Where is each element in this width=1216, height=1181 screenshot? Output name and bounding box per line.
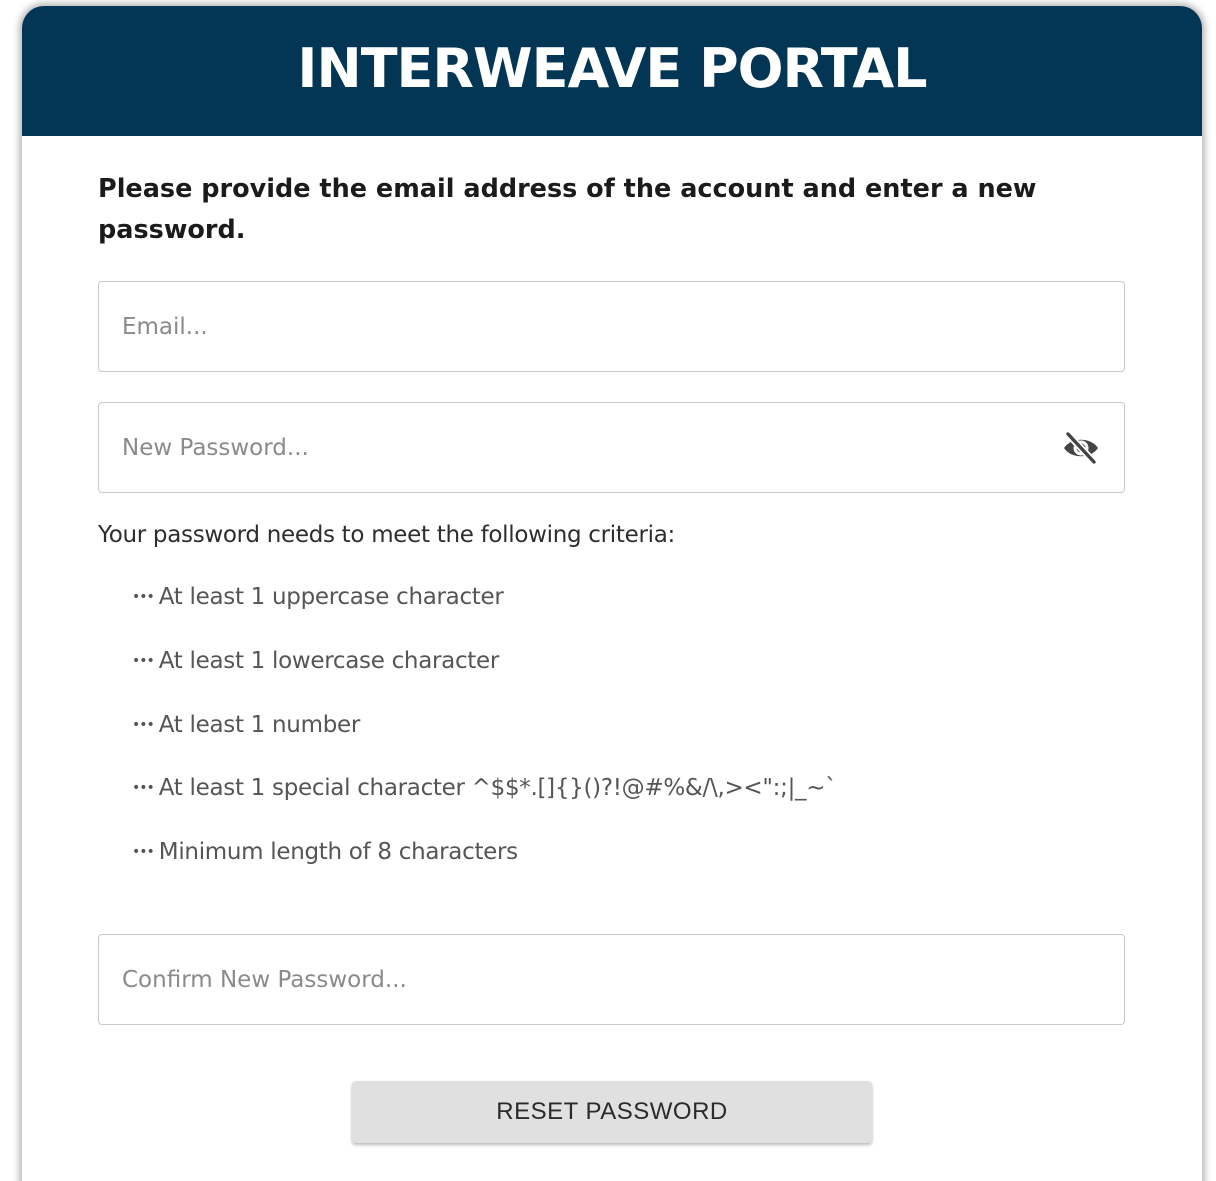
bullet-icon: ••• <box>132 844 155 860</box>
password-criteria-list: ••• At least 1 uppercase character ••• At … <box>132 584 837 903</box>
criteria-text: At least 1 uppercase character <box>158 584 504 610</box>
bullet-icon: ••• <box>132 589 155 605</box>
reset-password-button[interactable]: RESET PASSWORD <box>352 1081 872 1143</box>
criteria-item-uppercase: ••• At least 1 uppercase character <box>132 584 836 648</box>
new-password-field-container <box>98 402 1125 493</box>
criteria-text: At least 1 number <box>158 711 361 738</box>
bullet-icon: ••• <box>132 652 155 669</box>
criteria-text: At least 1 lowercase character <box>158 647 500 674</box>
email-field-container <box>98 281 1125 372</box>
instructions-text: Please provide the email address of the … <box>98 174 1037 245</box>
criteria-item-lowercase: ••• At least 1 lowercase character <box>132 648 836 712</box>
criteria-text: Minimum length of 8 characters <box>158 839 518 865</box>
reset-password-card: INTERWEAVE PORTAL Please provide the ema… <box>22 6 1202 1181</box>
confirm-password-input[interactable] <box>99 935 1124 1024</box>
criteria-item-number: ••• At least 1 number <box>132 712 836 776</box>
criteria-item-length: ••• Minimum length of 8 characters <box>132 839 836 903</box>
portal-title: INTERWEAVE PORTAL <box>297 36 927 100</box>
password-visibility-toggle[interactable] <box>1060 429 1102 467</box>
criteria-text: At least 1 special character ^$$*.[]{}()… <box>158 775 837 802</box>
eye-off-icon <box>1064 431 1098 465</box>
criteria-item-special: ••• At least 1 special character ^$$*.[]{… <box>132 775 837 839</box>
bullet-icon: ••• <box>132 716 155 733</box>
new-password-input[interactable] <box>99 403 1124 492</box>
email-input[interactable] <box>99 282 1124 371</box>
password-criteria-heading: Your password needs to meet the followin… <box>98 522 675 548</box>
bullet-icon: ••• <box>132 780 155 797</box>
portal-header: INTERWEAVE PORTAL <box>22 6 1202 136</box>
confirm-password-field-container <box>98 934 1125 1025</box>
